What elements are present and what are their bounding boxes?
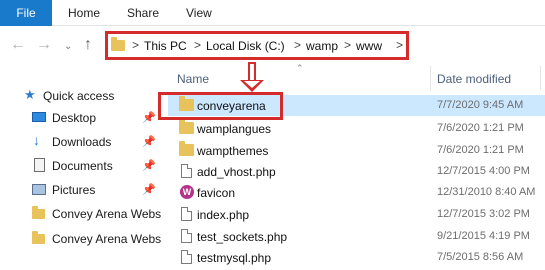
sidebar-item-documents[interactable]: Documents 📌 <box>32 155 162 177</box>
folder-icon <box>32 206 45 219</box>
download-icon: ↓ <box>33 132 40 148</box>
list-item-file[interactable]: W favicon 12/31/2010 8:40 AM <box>168 182 545 203</box>
desktop-icon <box>32 112 46 122</box>
tab-share[interactable]: Share <box>127 0 159 26</box>
list-item-file[interactable]: testmysql.php 7/5/2015 8:56 AM <box>168 247 545 268</box>
pin-icon[interactable]: 📌 <box>142 111 156 124</box>
sidebar-item-desktop[interactable]: Desktop 📌 <box>32 107 162 129</box>
tab-file[interactable]: File <box>0 0 52 26</box>
column-header-date-modified[interactable]: Date modified <box>437 72 511 86</box>
file-date: 12/7/2015 4:00 PM <box>437 165 530 177</box>
list-item-folder[interactable]: wamplangues 7/6/2020 1:21 PM <box>168 118 545 139</box>
sidebar-item-label: Documents <box>52 159 113 173</box>
column-divider[interactable] <box>540 66 541 90</box>
breadcrumb-www[interactable]: www <box>356 39 382 53</box>
highlight-box <box>158 92 283 120</box>
ribbon: File Home Share View <box>0 0 545 26</box>
list-item-file[interactable]: test_sockets.php 9/21/2015 4:19 PM <box>168 226 545 247</box>
tab-view[interactable]: View <box>186 0 212 26</box>
file-name: testmysql.php <box>197 251 272 265</box>
sidebar-item-label: Downloads <box>52 135 112 149</box>
sidebar-item-label: Desktop <box>52 111 97 125</box>
column-divider[interactable] <box>430 66 431 90</box>
pin-icon[interactable]: 📌 <box>142 159 156 172</box>
list-item-folder[interactable]: wampthemes 7/6/2020 1:21 PM <box>168 140 545 161</box>
file-name: index.php <box>197 208 250 222</box>
breadcrumb-separator: > <box>294 38 302 52</box>
file-name: wampthemes <box>197 144 269 158</box>
file-name: wamplangues <box>197 122 272 136</box>
pin-icon[interactable]: 📌 <box>142 135 156 148</box>
sidebar-item-label: Convey Arena Webs <box>52 232 162 246</box>
file-name: add_vhost.php <box>197 165 276 179</box>
sidebar-item-label: Convey Arena Webs <box>52 207 162 221</box>
recent-locations-chevron-icon[interactable]: ⌄ <box>64 38 72 56</box>
folder-icon <box>111 37 125 51</box>
file-date: 7/5/2015 8:56 AM <box>437 251 524 263</box>
file-date: 12/31/2010 8:40 AM <box>437 186 536 198</box>
folder-icon <box>32 231 45 244</box>
tab-home[interactable]: Home <box>68 0 100 26</box>
pin-icon[interactable]: 📌 <box>142 183 156 196</box>
breadcrumb-separator: > <box>344 38 352 52</box>
breadcrumb-separator: > <box>132 38 140 52</box>
star-icon: ★ <box>24 87 36 102</box>
file-date: 9/21/2015 4:19 PM <box>437 230 530 242</box>
file-name: test_sockets.php <box>197 230 288 244</box>
file-date: 7/6/2020 1:21 PM <box>437 144 524 156</box>
sidebar-item-pictures[interactable]: Pictures 📌 <box>32 179 162 201</box>
sidebar-item-label: Quick access <box>43 89 115 103</box>
breadcrumb-separator: > <box>194 38 202 52</box>
breadcrumb-local-disk[interactable]: Local Disk (C:) <box>206 39 285 53</box>
back-arrow-icon[interactable]: ← <box>10 36 26 54</box>
column-header-name[interactable]: Name <box>177 72 209 86</box>
sort-caret-icon: ⌃ <box>296 63 304 73</box>
list-item-file[interactable]: index.php 12/7/2015 3:02 PM <box>168 204 545 225</box>
sidebar-item-downloads[interactable]: ↓ Downloads 📌 <box>32 131 162 153</box>
forward-arrow-icon[interactable]: → <box>36 36 52 54</box>
file-date: 12/7/2015 3:02 PM <box>437 208 530 220</box>
file-date: 7/6/2020 1:21 PM <box>437 122 524 134</box>
annotation-arrow-inner <box>244 81 260 88</box>
pictures-icon <box>32 184 46 195</box>
breadcrumb-this-pc[interactable]: This PC <box>144 39 187 53</box>
list-item-file[interactable]: add_vhost.php 12/7/2015 4:00 PM <box>168 161 545 182</box>
address-bar[interactable]: > This PC > Local Disk (C:) > wamp > www… <box>105 31 409 60</box>
documents-icon <box>34 158 45 172</box>
file-date: 7/7/2020 9:45 AM <box>437 99 524 111</box>
up-arrow-icon[interactable]: ↑ <box>84 36 92 54</box>
breadcrumb-separator: > <box>396 38 404 52</box>
annotation-arrow-shaft <box>248 62 256 82</box>
file-name: favicon <box>197 186 236 200</box>
sidebar-item-label: Pictures <box>52 183 96 197</box>
breadcrumb-wamp[interactable]: wamp <box>306 39 338 53</box>
